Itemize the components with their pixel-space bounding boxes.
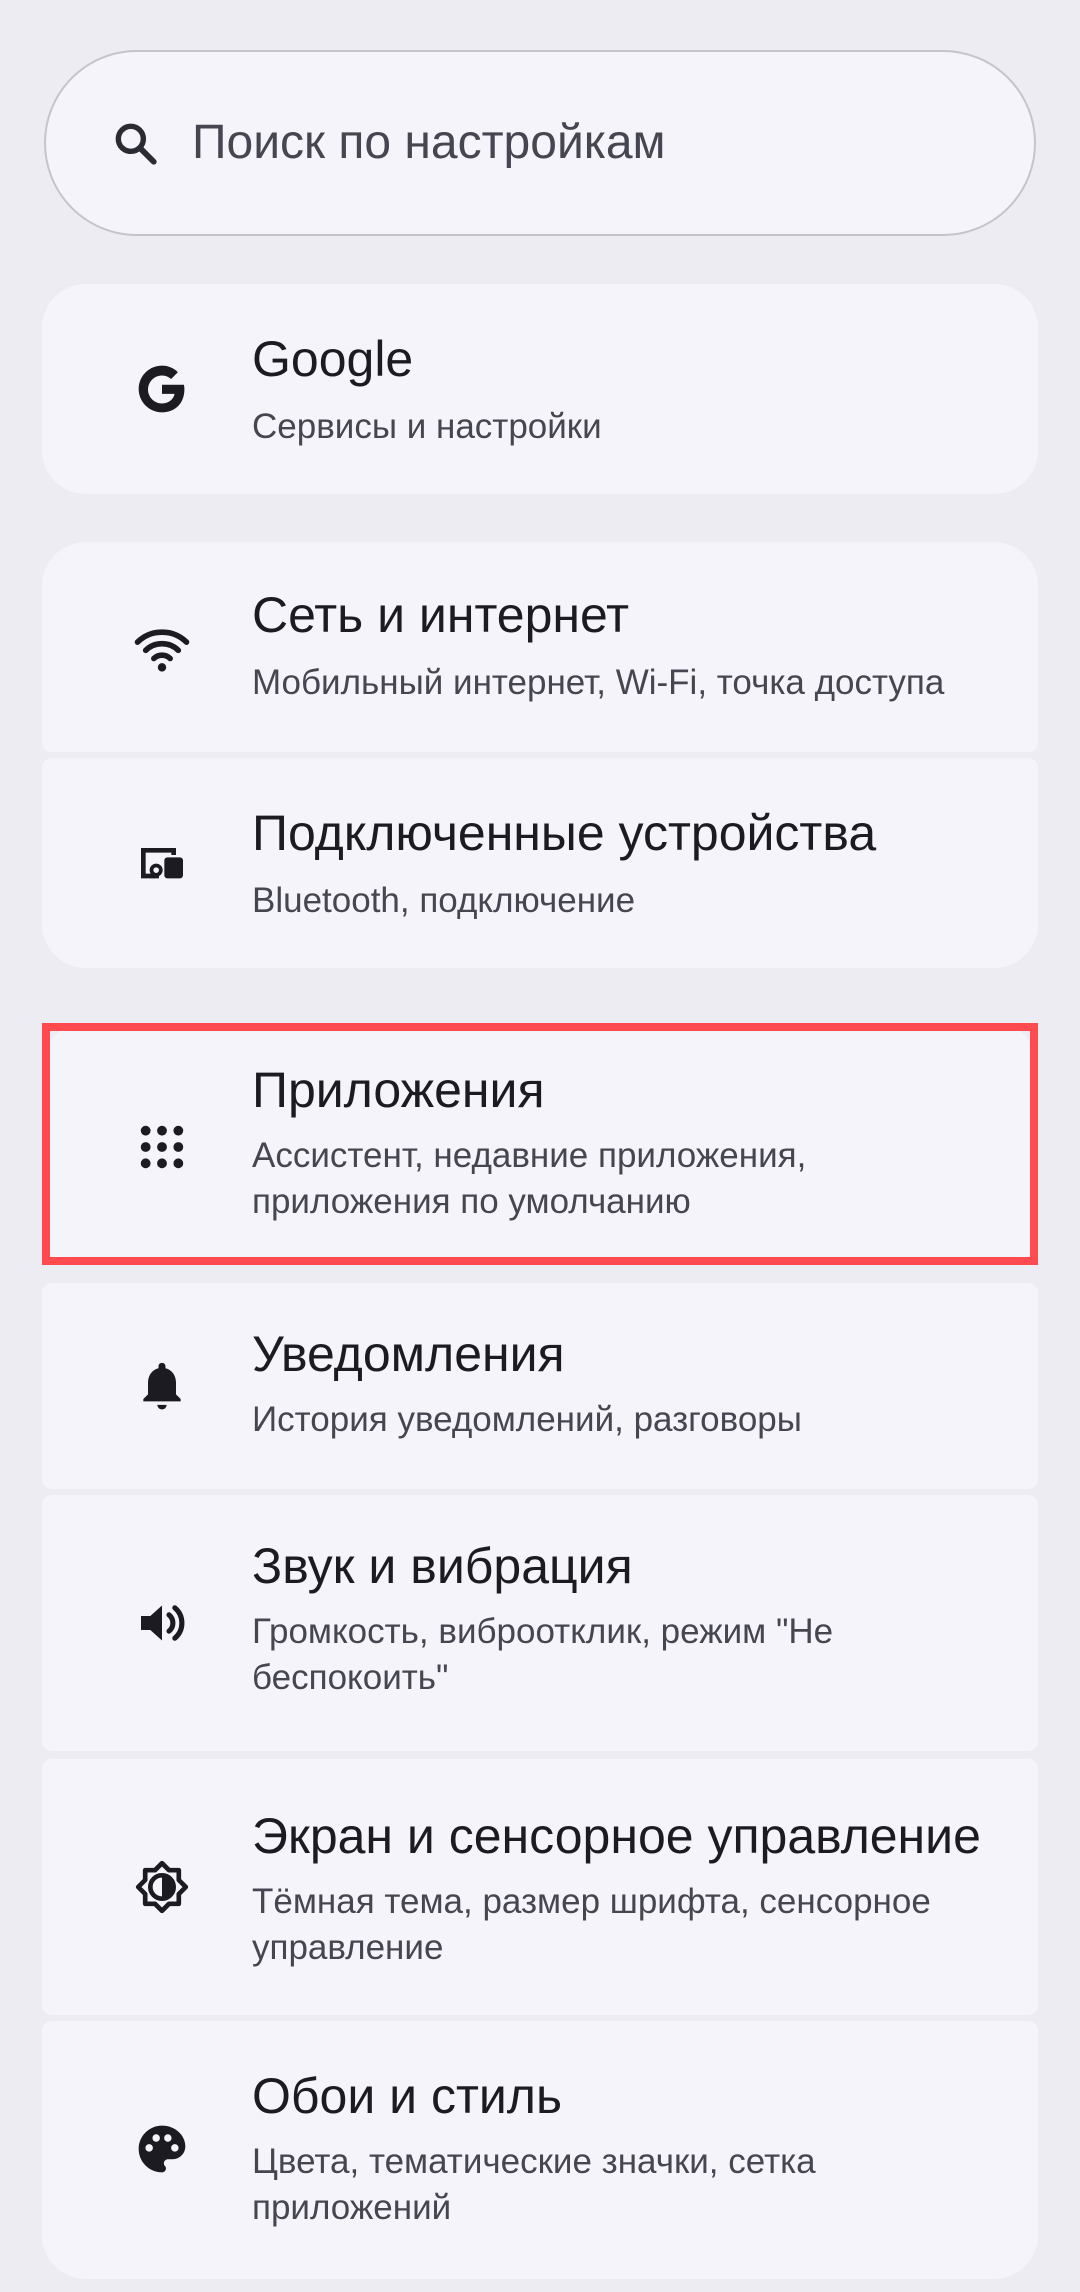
settings-item-network[interactable]: Сеть и интернет Мобильный интернет, Wi-F… [42,542,1038,752]
item-title: Звук и вибрация [252,1538,633,1594]
palette-icon [134,2121,190,2177]
brightness-icon [134,1859,190,1915]
settings-item-wallpaper[interactable]: Обои и стиль Цвета, тематические значки,… [42,2021,1038,2279]
item-subtitle: Bluetooth, подключение [252,881,636,920]
search-placeholder: Поиск по настройкам [192,116,666,169]
google-g-icon [134,361,190,417]
settings-item-sound[interactable]: Звук и вибрация Громкость, виброотклик, … [42,1495,1038,1751]
item-subtitle: Сервисы и настройки [252,407,602,446]
item-title: Уведомления [252,1326,565,1382]
item-subtitle: Ассистент, недавние приложения, приложен… [252,1136,807,1221]
item-title: Подключенные устройства [252,805,877,861]
item-subtitle: Тёмная тема, размер шрифта, сенсорное уп… [252,1882,931,1967]
settings-item-display[interactable]: Экран и сенсорное управление Тёмная тема… [42,1759,1038,2015]
settings-item-connected-devices[interactable]: Подключенные устройства Bluetooth, подкл… [42,758,1038,968]
search-bar[interactable]: Поиск по настройкам [44,50,1036,236]
connected-devices-icon [134,834,190,890]
item-subtitle: История уведомлений, разговоры [252,1400,802,1439]
settings-item-apps[interactable]: Приложения Ассистент, недавние приложени… [42,1023,1038,1265]
bell-icon [134,1357,190,1413]
item-title: Приложения [252,1062,545,1118]
apps-grid-icon [134,1119,190,1175]
item-title: Экран и сенсорное управление [252,1808,981,1864]
item-title: Сеть и интернет [252,587,630,643]
search-icon [110,118,160,168]
item-subtitle: Мобильный интернет, Wi-Fi, точка доступа [252,663,945,702]
item-title: Обои и стиль [252,2068,563,2124]
settings-item-google[interactable]: Google Сервисы и настройки [42,284,1038,494]
volume-icon [134,1595,190,1651]
item-subtitle: Цвета, тематические значки, сетка прилож… [252,2142,816,2227]
wifi-icon [134,620,190,676]
item-title: Google [252,331,414,387]
item-subtitle: Громкость, виброотклик, режим "Не беспок… [252,1612,834,1697]
settings-item-notifications[interactable]: Уведомления История уведомлений, разгово… [42,1283,1038,1489]
